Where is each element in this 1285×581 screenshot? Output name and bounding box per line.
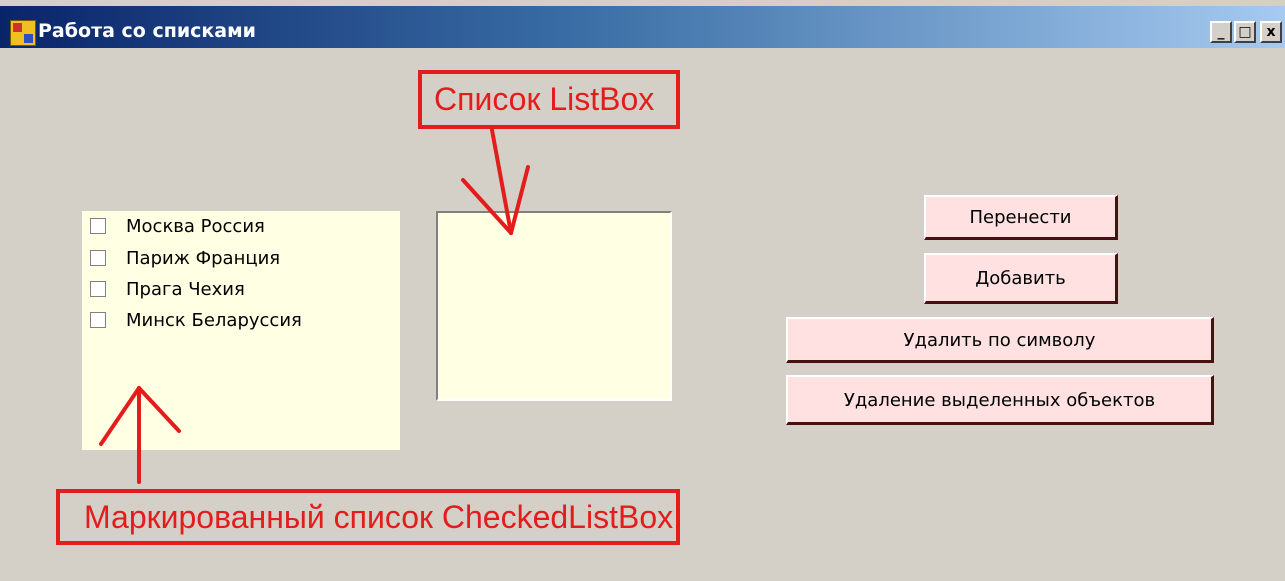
checkedlist-arrow-head-right — [137, 386, 181, 433]
annotation-arrows — [99, 128, 530, 484]
checkedlist-arrow-head-left — [99, 386, 141, 446]
listbox-arrow-head-right — [509, 165, 530, 235]
main-window: Работа со списками _ □ x Москва Россия П… — [0, 0, 1285, 581]
